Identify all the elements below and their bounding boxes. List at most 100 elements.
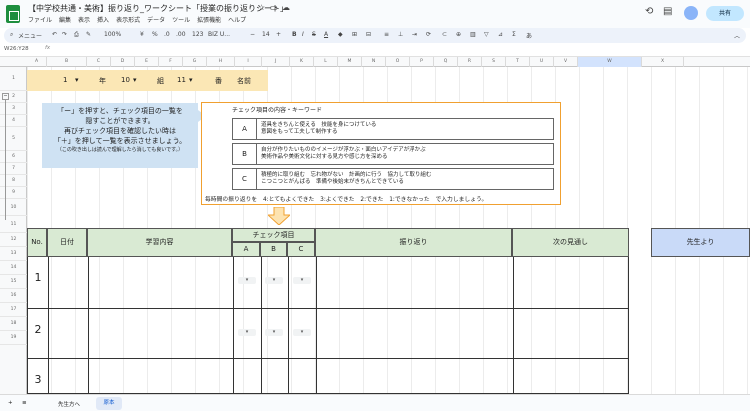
column-header[interactable]: S [482,57,506,67]
menu-search[interactable]: メニュー [18,31,42,40]
sheet-tab-teachers[interactable]: 先生方へ [58,400,80,408]
menu-data[interactable]: データ [147,17,165,24]
move-folder-icon[interactable]: ▭ [270,3,278,12]
align-icon[interactable]: ≡ [384,31,389,38]
check-c-dropdown[interactable]: ▾ [293,329,311,336]
class-value[interactable]: 10 [121,76,130,84]
class-dropdown-icon[interactable]: ▾ [133,76,137,84]
row-header[interactable]: 13 [0,247,27,261]
column-header[interactable]: F [159,57,183,67]
column-header[interactable]: C [87,57,111,67]
font-size-increase[interactable]: + [276,31,281,38]
link-icon[interactable]: ⊂ [442,31,447,38]
row-header[interactable]: 15 [0,275,27,289]
column-header[interactable]: B [47,57,87,67]
column-header[interactable]: H [207,57,235,67]
row-header[interactable]: 12 [0,233,27,247]
grade-dropdown-icon[interactable]: ▾ [75,76,79,84]
column-header[interactable]: P [410,57,434,67]
check-b-dropdown[interactable]: ▾ [265,329,283,336]
column-header[interactable]: K [290,57,314,67]
menu-format[interactable]: 表示形式 [116,17,140,24]
check-b-dropdown[interactable]: ▾ [265,277,283,284]
percent-button[interactable]: % [152,31,158,38]
valign-icon[interactable]: ⊥ [398,31,403,38]
add-comment-icon[interactable]: ⊕ [456,31,461,38]
column-header[interactable]: Q [434,57,458,67]
check-a-dropdown[interactable]: ▾ [238,329,256,336]
comment-icon[interactable]: ▤ [663,6,672,17]
filter-icon[interactable]: ▽ [484,31,489,38]
all-sheets-icon[interactable]: ≡ [22,400,27,406]
font-size-decrease[interactable]: − [250,31,255,38]
menu-view[interactable]: 表示 [78,17,90,24]
row-header[interactable]: 14 [0,261,27,275]
number-value[interactable]: 11 [177,76,186,84]
currency-button[interactable]: ¥ [140,31,144,38]
paint-format-icon[interactable]: ✎ [86,31,91,38]
number-format-button[interactable]: 123 [192,31,203,38]
avatar[interactable] [684,6,698,20]
menu-help[interactable]: ヘルプ [228,17,246,24]
filter-views-icon[interactable]: ⊿ [498,31,503,38]
check-c-dropdown[interactable]: ▾ [293,277,311,284]
history-icon[interactable]: ⟲ [645,6,653,17]
menu-edit[interactable]: 編集 [59,17,71,24]
cloud-status-icon[interactable]: ☁ [282,3,290,12]
increase-decimal-button[interactable]: .00 [176,31,186,38]
collapse-toolbar-icon[interactable]: ︿ [734,31,740,40]
column-header[interactable]: G [183,57,207,67]
column-header[interactable]: J [262,57,290,67]
font-size-input[interactable]: 14 [262,31,270,38]
sheet-tab-original[interactable]: 原本 [96,397,122,410]
column-header[interactable]: T [506,57,530,67]
grade-value[interactable]: 1 [63,76,67,84]
search-icon[interactable]: ⌕ [10,31,13,39]
star-icon[interactable]: ☆ [258,3,265,12]
menu-file[interactable]: ファイル [28,17,52,24]
redo-icon[interactable]: ↷ [62,31,67,38]
sheets-logo-icon[interactable] [6,5,20,23]
number-dropdown-icon[interactable]: ▾ [189,76,193,84]
row-header[interactable]: 16 [0,289,27,303]
column-header[interactable]: E [135,57,159,67]
document-title[interactable]: 【中学校共通・美術】振り返り_ワークシート「授業の振り返りシート」 [28,3,288,14]
menu-tools[interactable]: ツール [172,17,190,24]
column-header[interactable]: V [554,57,578,67]
column-header[interactable]: M [338,57,362,67]
column-header[interactable]: A [27,57,47,67]
rotate-icon[interactable]: ⟳ [426,31,431,38]
column-header[interactable]: U [530,57,554,67]
column-header[interactable]: R [458,57,482,67]
merge-icon[interactable]: ⊟ [366,31,371,38]
input-tools-icon[interactable]: あ [526,31,532,40]
name-box[interactable]: W26:Y28 [4,46,29,52]
italic-icon[interactable]: I [302,31,304,38]
wrap-icon[interactable]: ⇥ [412,31,417,38]
menu-extensions[interactable]: 拡張機能 [197,17,221,24]
row-header[interactable]: 18 [0,317,27,331]
bold-icon[interactable]: B [292,31,297,38]
share-button[interactable]: 共有 [706,6,744,21]
check-a-dropdown[interactable]: ▾ [238,277,256,284]
row-header[interactable]: 1 [0,67,27,91]
add-sheet-icon[interactable]: + [8,400,13,406]
menu-insert[interactable]: 挿入 [97,17,109,24]
column-header[interactable]: W [578,57,642,67]
column-header[interactable]: O [386,57,410,67]
row-header[interactable]: 17 [0,303,27,317]
help-callout[interactable]: 「ー」を押すと、チェック項目の一覧を 隠すことができます。 再びチェック項目を確… [42,103,198,168]
group-collapse-button[interactable]: − [2,93,9,100]
strikethrough-icon[interactable]: S [312,31,316,38]
undo-icon[interactable]: ↶ [52,31,57,38]
zoom-select[interactable]: 100% [104,31,121,38]
borders-icon[interactable]: ⊞ [352,31,357,38]
functions-icon[interactable]: Σ [512,31,516,38]
column-header[interactable]: D [111,57,135,67]
decrease-decimal-button[interactable]: .0 [164,31,170,38]
column-header[interactable]: I [235,57,262,67]
column-header[interactable]: X [642,57,684,67]
fill-color-icon[interactable]: ◆ [338,31,343,38]
chart-icon[interactable]: ▥ [470,31,476,38]
row-header[interactable]: 19 [0,331,27,345]
